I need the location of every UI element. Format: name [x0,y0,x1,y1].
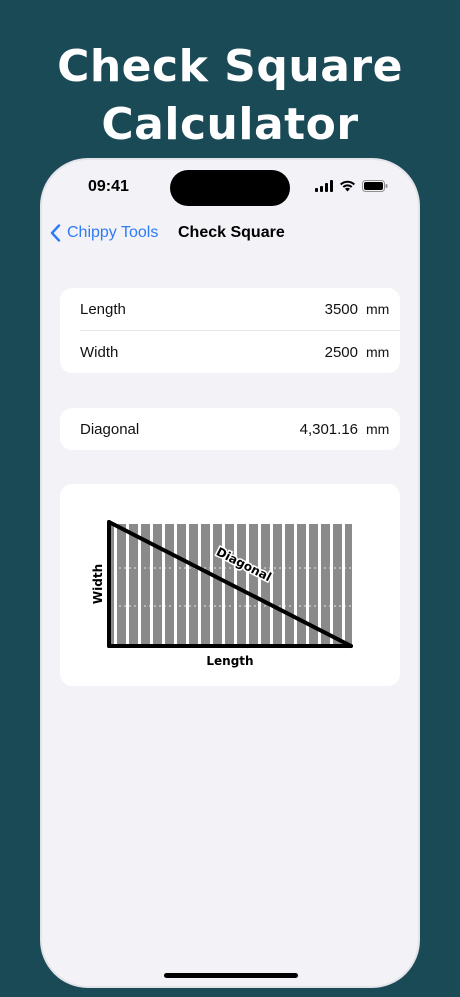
length-input[interactable]: 3500 [238,301,358,318]
page-title: Check Square [178,224,285,241]
wifi-icon [340,180,355,192]
headline-line-2: Calculator [101,99,359,150]
diagram-card: Width Length Diagonal [60,484,400,686]
cellular-signal-icon [315,180,333,192]
battery-icon [362,180,388,192]
home-indicator[interactable] [164,973,298,978]
diagonal-row: Diagonal 4,301.16 mm [60,408,400,450]
check-square-diagram: Width Length Diagonal [91,520,353,668]
back-button[interactable]: Chippy Tools [50,224,158,242]
width-label: Width [80,343,119,361]
dynamic-island [170,170,290,206]
app-headline: Check Square Calculator [0,38,460,154]
width-input[interactable]: 2500 [238,344,358,361]
length-label: Length [80,300,126,318]
headline-line-1: Check Square [57,41,403,92]
length-axis-label: Length [206,654,253,668]
diagonal-label: Diagonal [80,420,140,438]
width-axis-label: Width [91,564,105,604]
status-time: 09:41 [88,178,129,195]
back-button-label: Chippy Tools [67,224,159,241]
length-row: Length 3500 mm [60,288,400,330]
diagonal-value: 4,301.16 [299,420,358,438]
length-unit: mm [366,301,390,317]
phone-screen: 09:41 Chippy Tools Check Square Length 3… [40,158,420,988]
width-row: Width 2500 mm [60,331,400,373]
status-bar: 09:41 [42,160,418,216]
result-card: Diagonal 4,301.16 mm [60,408,400,450]
status-icons [315,180,388,192]
chevron-left-icon [50,224,61,242]
width-unit: mm [366,344,390,360]
inputs-card: Length 3500 mm Width 2500 mm [60,288,400,373]
diagonal-unit: mm [366,421,390,437]
navigation-bar: Chippy Tools Check Square [42,218,418,254]
